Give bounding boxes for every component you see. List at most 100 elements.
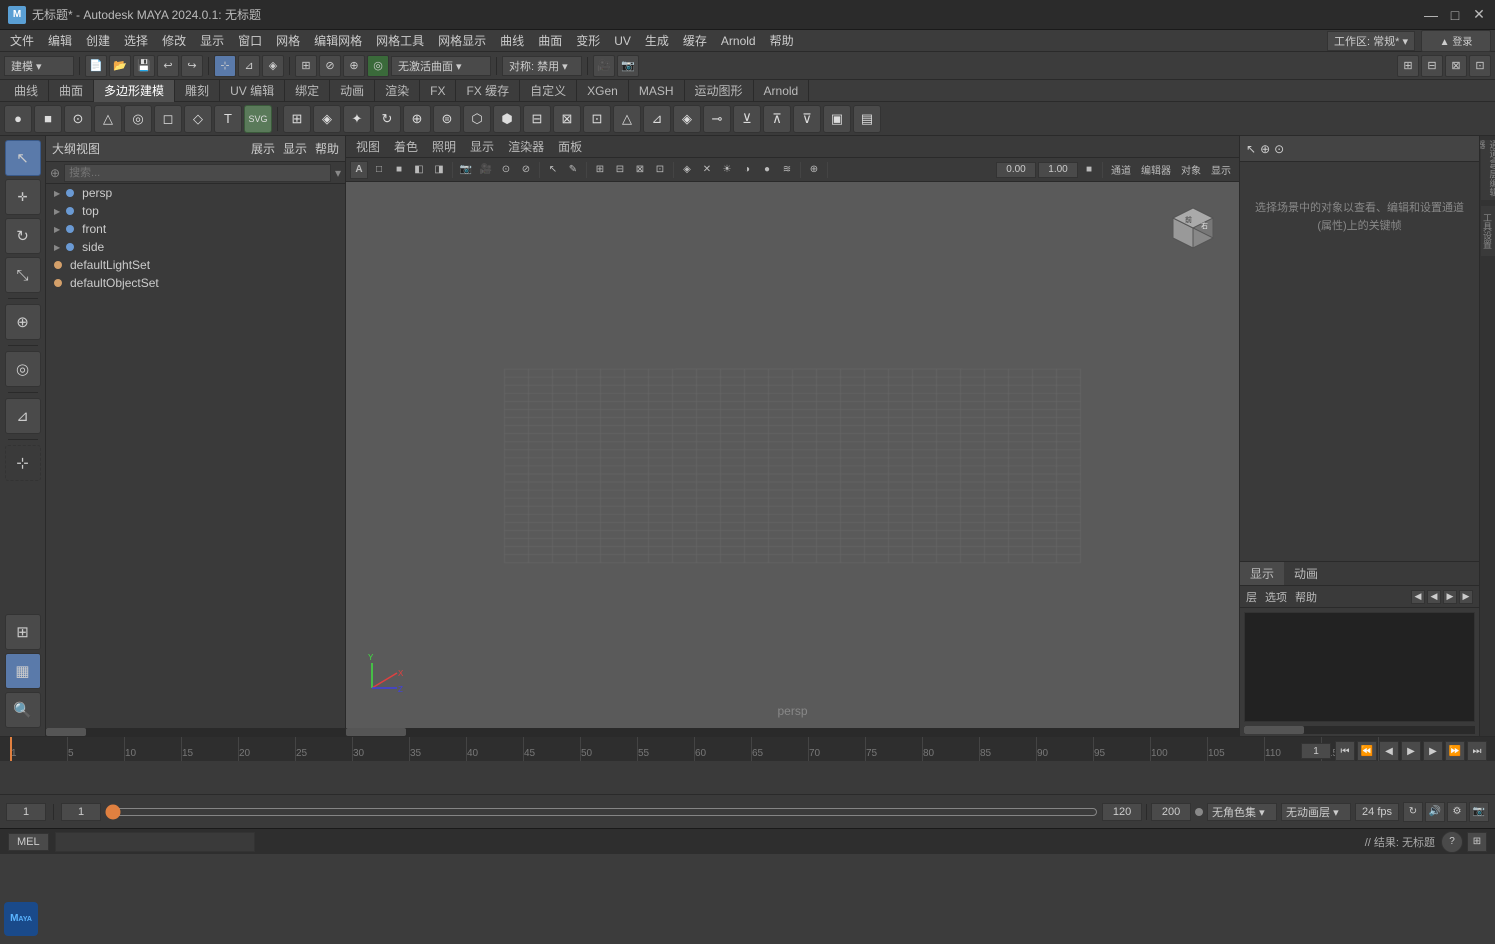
tab-xgen[interactable]: XGen [577,80,629,102]
outliner-menu-show[interactable]: 展示 [251,140,275,157]
settings-btn[interactable]: ⚙ [1447,802,1467,822]
vp-tb-ao[interactable]: ● [758,161,776,179]
outliner-item-persp[interactable]: persp [46,184,345,202]
shelf-reduce[interactable]: △ [613,105,641,133]
menu-mesh-tools[interactable]: 网格工具 [370,30,430,51]
tab-uv[interactable]: UV 编辑 [220,80,285,102]
vp-tb-light[interactable]: ☀ [718,161,736,179]
search-input[interactable] [64,164,331,182]
loop-btn[interactable]: ↻ [1403,802,1423,822]
menu-cache[interactable]: 缓存 [677,30,713,51]
menu-mesh[interactable]: 网格 [270,30,306,51]
tab-custom[interactable]: 自定义 [520,80,577,102]
outliner-item-front[interactable]: front [46,220,345,238]
shelf-cylinder[interactable]: ⊙ [64,105,92,133]
deformer-dropdown[interactable]: 无激活曲面 ▾ [391,56,491,76]
help-label[interactable]: 帮助 [1295,589,1317,605]
tab-mash[interactable]: MASH [629,80,685,102]
tab-surfaces[interactable]: 曲面 [49,80,94,102]
menu-display[interactable]: 显示 [194,30,230,51]
vp-tb-grid[interactable]: ⊞ [591,161,609,179]
menu-create[interactable]: 创建 [80,30,116,51]
vp-tb-square3[interactable]: ◧ [410,161,428,179]
vp-tb-motion[interactable]: ≋ [778,161,796,179]
menu-uv[interactable]: UV [608,32,637,50]
vp-menu-shading[interactable]: 着色 [388,136,424,157]
layer-arrow-right1[interactable]: ◀ [1427,590,1441,604]
menu-file[interactable]: 文件 [4,30,40,51]
channel-icon1[interactable]: ↖ [1246,142,1256,156]
range-start-input[interactable] [1301,743,1331,759]
rp-tab-animation[interactable]: 动画 [1284,562,1328,585]
vp-tb-a[interactable]: A [350,161,368,179]
shelf-combine[interactable]: ⊟ [523,105,551,133]
vp-tb-wire[interactable]: ◈ [678,161,696,179]
tab-curves[interactable]: 曲线 [4,80,49,102]
shelf-unfold[interactable]: ⊻ [733,105,761,133]
select-btn[interactable]: ⊹ [214,55,236,77]
outliner-menu-help[interactable]: 帮助 [315,140,339,157]
vp-value2-input[interactable] [1038,162,1078,178]
bookmark-btn[interactable] [1195,808,1203,816]
shelf-torus[interactable]: ◎ [124,105,152,133]
audio-btn[interactable]: 🔊 [1425,802,1445,822]
shelf-snap[interactable]: ✦ [343,105,371,133]
menu-generate[interactable]: 生成 [639,30,675,51]
paint-select[interactable]: ⊿ [5,398,41,434]
prev-frame-btn[interactable]: ⏪ [1357,741,1377,761]
channel-icon3[interactable]: ⊙ [1274,142,1284,156]
shelf-cut[interactable]: ⊽ [793,105,821,133]
menu-help[interactable]: 帮助 [764,30,800,51]
timeline-ruler[interactable]: 1 5 10 15 20 25 30 35 40 45 50 55 60 65 … [0,737,1495,761]
move-tool[interactable]: ✛ [5,179,41,215]
shelf-project[interactable]: ▤ [853,105,881,133]
shelf-connect[interactable]: ⊕ [403,105,431,133]
shelf-text[interactable]: T [214,105,242,133]
shelf-bevel[interactable]: ⬢ [493,105,521,133]
mode-dropdown[interactable]: 建模 ▾ [4,56,74,76]
save-file-btn[interactable]: 💾 [133,55,155,77]
timeline-scrubber[interactable] [105,808,1098,816]
vp-menu-show[interactable]: 显示 [464,136,500,157]
soft-select[interactable]: ◎ [5,351,41,387]
outliner-menu-display[interactable]: 显示 [283,140,307,157]
vp-tb-pen[interactable]: ✎ [564,161,582,179]
shelf-separate[interactable]: ⊠ [553,105,581,133]
rotate-tool[interactable]: ↻ [5,218,41,254]
extra-btn3[interactable]: ⊠ [1445,55,1467,77]
outliner-item-objectset[interactable]: defaultObjectSet [46,274,345,292]
shelf-plane[interactable]: ◻ [154,105,182,133]
paint-btn[interactable]: ◈ [262,55,284,77]
menu-modify[interactable]: 修改 [156,30,192,51]
nav-cube[interactable]: 前 右 [1163,198,1223,258]
vp-tb-square4[interactable]: ◨ [430,161,448,179]
filter-icon[interactable]: ▾ [335,166,341,180]
range-end-input[interactable] [1102,803,1142,821]
help-btn[interactable]: ? [1441,831,1463,853]
vp-value1-input[interactable] [996,162,1036,178]
snap-curve-btn[interactable]: ⊘ [319,55,341,77]
snap-point-btn[interactable]: ⊕ [343,55,365,77]
vtab-btn2[interactable]: 工具设置 [1481,206,1495,256]
lasso-btn[interactable]: ⊿ [238,55,260,77]
workspace-dropdown[interactable]: 工作区: 常规* ▾ [1327,31,1415,51]
snap-view[interactable]: ⊞ [5,614,41,650]
shelf-uv[interactable]: ◈ [313,105,341,133]
new-file-btn[interactable]: 📄 [85,55,107,77]
tab-sculpt[interactable]: 雕刻 [175,80,220,102]
next-end-btn[interactable]: ⏭ [1467,741,1487,761]
viewport[interactable]: persp 前 右 [346,182,1239,728]
shelf-cube[interactable]: ■ [34,105,62,133]
vp-tb-extra[interactable]: ■ [1080,161,1098,179]
extra-btn1[interactable]: ⊞ [1397,55,1419,77]
shelf-diamond[interactable]: ◇ [184,105,212,133]
shelf-loop[interactable]: ↻ [373,105,401,133]
vp-tb-square2[interactable]: ■ [390,161,408,179]
shelf-cone[interactable]: △ [94,105,122,133]
tab-motion[interactable]: 运动图形 [685,80,754,102]
layer-arrow-right2[interactable]: ▶ [1443,590,1457,604]
maximize-button[interactable]: □ [1447,7,1463,23]
vp-tb-grid2[interactable]: ⊟ [611,161,629,179]
vp-tb-isolate[interactable]: ⊕ [805,161,823,179]
layout-btn[interactable]: ▦ [5,653,41,689]
